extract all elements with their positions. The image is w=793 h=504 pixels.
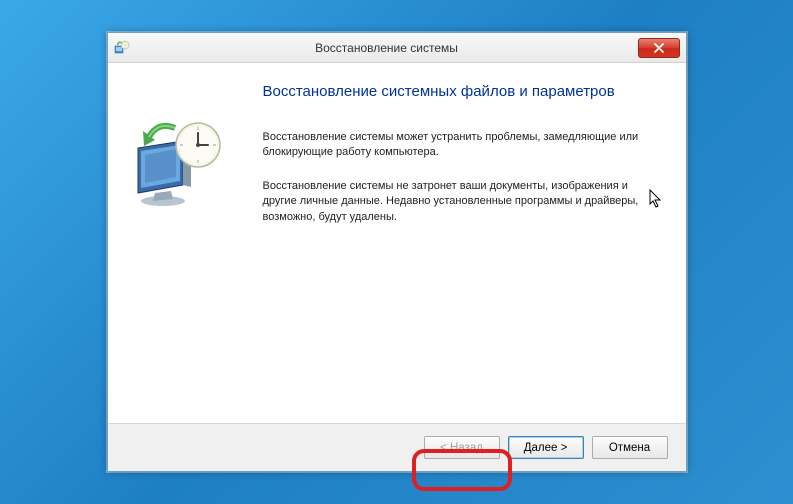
system-restore-window: Восстановление системы xyxy=(107,32,687,472)
text-panel: Восстановление системных файлов и параме… xyxy=(253,83,661,413)
close-button[interactable] xyxy=(638,38,680,58)
monitor-clock-restore-icon xyxy=(123,113,233,213)
back-button: < Назад xyxy=(424,436,500,459)
button-bar: < Назад Далее > Отмена xyxy=(108,423,686,471)
cancel-button[interactable]: Отмена xyxy=(592,436,668,459)
system-restore-title-icon xyxy=(114,40,130,56)
window-title: Восстановление системы xyxy=(136,41,638,55)
description-paragraph-2: Восстановление системы не затронет ваши … xyxy=(263,179,661,225)
description-paragraph-1: Восстановление системы может устранить п… xyxy=(263,130,661,161)
next-button[interactable]: Далее > xyxy=(508,436,584,459)
page-heading: Восстановление системных файлов и параме… xyxy=(263,83,661,100)
illustration-panel xyxy=(123,83,253,413)
titlebar: Восстановление системы xyxy=(108,33,686,63)
close-icon xyxy=(654,43,664,53)
content-area: Восстановление системных файлов и параме… xyxy=(108,63,686,423)
